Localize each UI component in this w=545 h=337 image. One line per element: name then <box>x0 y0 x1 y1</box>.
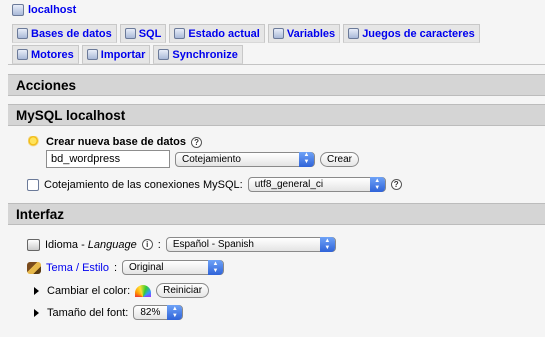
tab-synchronize[interactable]: Synchronize <box>153 45 243 64</box>
reset-button[interactable]: Reiniciar <box>156 283 210 298</box>
colon: : <box>157 238 161 251</box>
create-db-form: Cotejamiento ▲▼ Crear <box>46 150 360 168</box>
language-icon <box>27 238 40 251</box>
server-link[interactable]: localhost <box>28 4 76 16</box>
theme-link[interactable]: Tema / Estilo <box>46 262 109 274</box>
tab-status-label: Estado actual <box>188 27 260 40</box>
bullet-arrow-icon <box>34 308 39 317</box>
language-label: Idioma - Language <box>45 239 137 251</box>
connection-collation-select[interactable]: utf8_general_ci ▲ ▼ <box>247 177 386 192</box>
section-header-mysql: MySQL localhost <box>8 104 545 126</box>
font-size-label: Tamaño del font: <box>47 306 129 319</box>
theme-brush-icon <box>27 261 41 274</box>
theme-row: Tema / Estilo : Original ▲ ▼ <box>27 260 225 275</box>
theme-select[interactable]: Original ▲ ▼ <box>122 260 225 275</box>
chevron-updown-icon: ▲ ▼ <box>319 237 335 252</box>
charset-icon <box>27 178 39 191</box>
tab-sql-label: SQL <box>138 27 162 40</box>
help-icon[interactable]: ? <box>191 136 203 148</box>
tab-status[interactable]: Estado actual <box>169 24 265 43</box>
language-select-value: Español - Spanish <box>172 239 254 250</box>
color-row: Cambiar el color: Reiniciar <box>34 283 210 298</box>
synchronize-icon <box>158 49 170 60</box>
server-icon <box>12 4 24 16</box>
divider <box>8 64 545 65</box>
variables-icon <box>272 28 284 39</box>
main-tabs: Bases de datos SQL Estado actual Variabl… <box>12 24 545 64</box>
tab-databases-label: Bases de datos <box>31 27 112 40</box>
tab-variables[interactable]: Variables <box>267 24 341 43</box>
language-select[interactable]: Español - Spanish ▲ ▼ <box>165 237 336 252</box>
bullet-arrow-icon <box>34 286 39 295</box>
tab-variables-label: Variables <box>286 27 336 40</box>
chevron-updown-icon: ▲ ▼ <box>167 305 183 320</box>
chevron-updown-icon: ▲ ▼ <box>369 177 385 192</box>
chevron-updown-icon: ▲ ▼ <box>208 260 224 275</box>
import-icon <box>86 49 98 60</box>
connection-collation-value: utf8_general_ci <box>254 179 324 190</box>
connection-collation-label: Cotejamiento de las conexiones MySQL: <box>44 178 243 191</box>
language-label-text: Idioma - <box>45 238 88 251</box>
create-db-label: Crear nueva base de datos <box>46 136 187 148</box>
theme-select-value: Original <box>129 262 164 273</box>
color-label: Cambiar el color: <box>47 284 131 297</box>
new-database-icon <box>28 136 41 148</box>
tab-charsets[interactable]: Juegos de caracteres <box>343 24 480 43</box>
language-row: Idioma - Language i : Español - Spanish … <box>27 237 336 252</box>
create-db-label-row: Crear nueva base de datos ? <box>28 136 203 148</box>
connection-collation-row: Cotejamiento de las conexiones MySQL: ut… <box>27 177 402 192</box>
info-icon[interactable]: i <box>141 239 153 250</box>
language-label-italic: Language <box>87 238 137 251</box>
create-button[interactable]: Crear <box>320 151 360 167</box>
tab-databases[interactable]: Bases de datos <box>12 24 117 43</box>
font-size-row: Tamaño del font: 82% ▲ ▼ <box>34 305 184 320</box>
tab-import-label: Importar <box>100 48 146 61</box>
section-header-interfaz: Interfaz <box>8 203 545 225</box>
tab-synchronize-label: Synchronize <box>172 48 238 61</box>
engines-icon <box>17 49 28 60</box>
font-size-select[interactable]: 82% ▲ ▼ <box>133 305 184 320</box>
chevron-updown-icon: ▲ ▼ <box>299 151 314 167</box>
collation-select[interactable]: Cotejamiento ▲ ▼ <box>175 151 315 167</box>
collation-select-value: Cotejamiento <box>182 153 241 165</box>
font-size-value: 82% <box>140 307 161 318</box>
help-icon[interactable]: ? <box>390 179 402 190</box>
tab-charsets-label: Juegos de caracteres <box>362 27 475 40</box>
db-name-input[interactable] <box>46 150 170 168</box>
databases-icon <box>17 28 28 39</box>
tab-sql[interactable]: SQL <box>119 24 167 43</box>
tab-engines-label: Motores <box>31 48 74 61</box>
section-header-acciones: Acciones <box>8 74 545 96</box>
status-icon <box>174 28 186 39</box>
color-picker-icon[interactable] <box>135 284 152 297</box>
tab-import[interactable]: Importar <box>81 45 151 64</box>
sql-icon <box>124 28 136 39</box>
tab-engines[interactable]: Motores <box>12 45 79 64</box>
charsets-icon <box>348 28 360 39</box>
server-breadcrumb[interactable]: localhost <box>12 4 76 16</box>
colon: : <box>113 261 118 274</box>
